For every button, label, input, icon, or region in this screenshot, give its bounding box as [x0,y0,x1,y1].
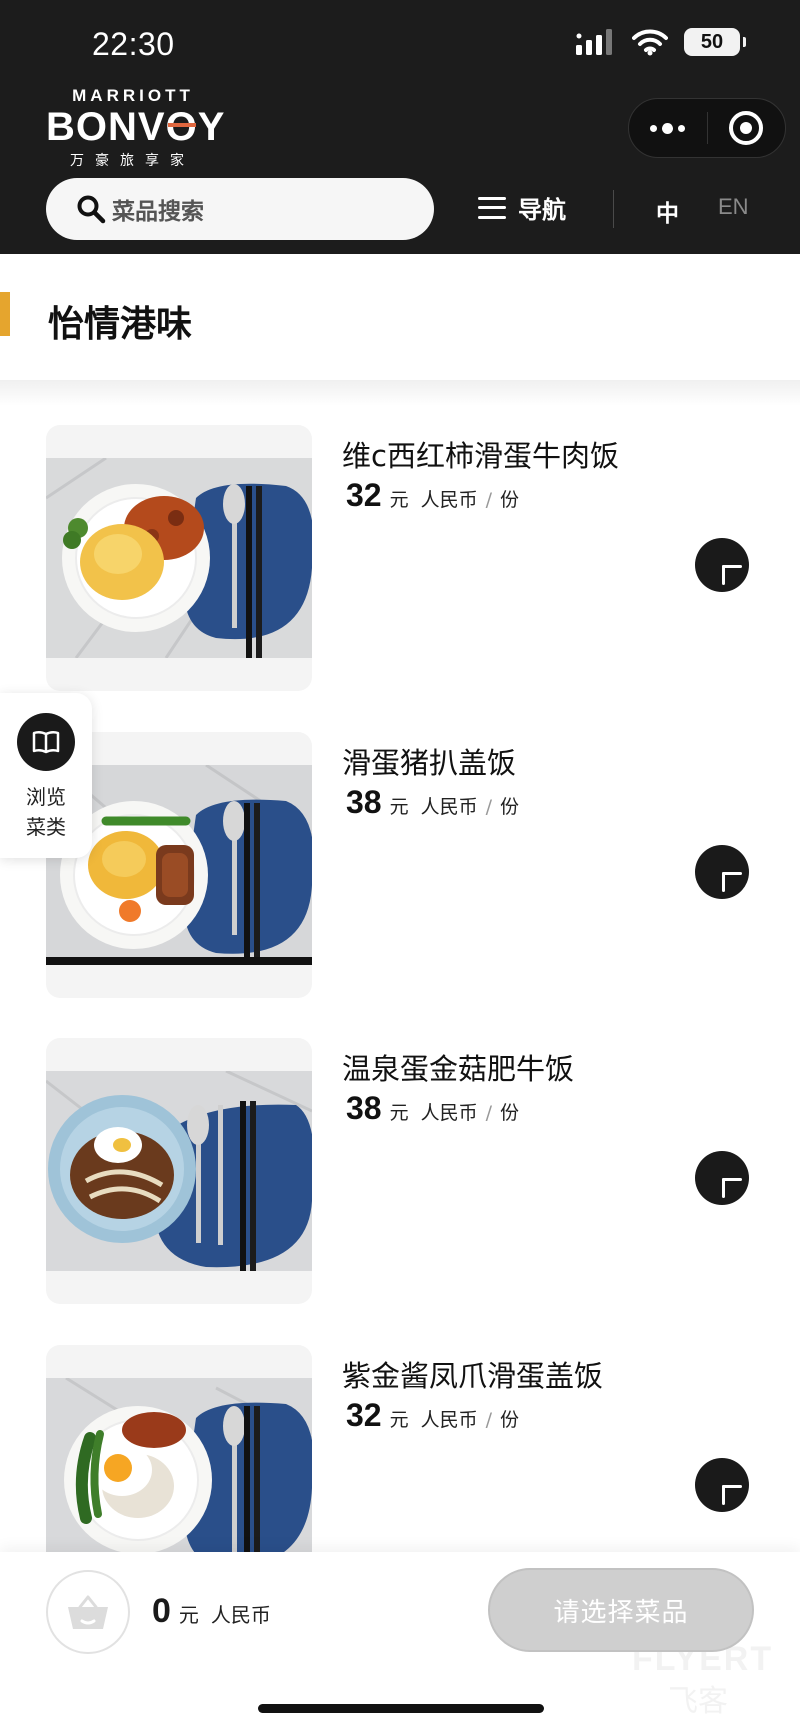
status-time: 22:30 [92,26,175,62]
search-placeholder: 菜品搜索 [112,199,204,225]
add-to-cart-button[interactable] [695,845,749,899]
dish-price: 38 元 人民币 / 份 [346,1090,520,1126]
add-to-cart-button[interactable] [695,538,749,592]
dish-price: 38 元 人民币 / 份 [346,784,520,820]
wifi-icon [632,29,668,56]
language-divider [613,190,614,228]
basket-icon [68,1595,108,1629]
browse-categories-button[interactable]: 浏览 菜类 [0,693,92,858]
dish-image-chicken-feet-egg [46,1378,312,1578]
brand-sub-text: 万豪旅享家 [70,153,195,169]
dish-image-omelette-beef [46,458,312,658]
browse-label-line1: 浏览 [26,785,66,809]
close-miniprogram-button[interactable] [708,111,786,145]
dish-price: 32 元 人民币 / 份 [346,1397,520,1433]
brand-logo: MARRIOTT BONVOY 万豪旅享家 [46,86,236,169]
nav-button[interactable]: 导航 [478,190,566,225]
more-dots-icon[interactable] [629,122,707,134]
dish-price: 32 元 人民币 / 份 [346,477,520,513]
add-to-cart-button[interactable] [695,1151,749,1205]
cart-button[interactable] [46,1570,130,1654]
menu-icon [478,196,506,219]
dish-image-onsen-egg-beef [46,1071,312,1271]
miniprogram-capsule [628,98,786,158]
battery-indicator: 50 [684,28,746,56]
dish-item[interactable]: 温泉蛋金菇肥牛饭 38 元 人民币 / 份 [0,1038,800,1304]
search-icon [77,195,106,224]
category-accent-bar [0,292,10,336]
category-title: 怡情港味 [48,304,193,345]
lang-en-option[interactable]: EN [718,194,749,220]
nav-label: 导航 [518,196,566,224]
watermark-text-cn: 飞客 [668,1684,728,1719]
brand-top-text: MARRIOTT [72,86,194,105]
browse-label-line2: 菜类 [26,815,66,839]
dish-name: 维c西红柿滑蛋牛肉饭 [342,439,619,473]
add-to-cart-button[interactable] [695,1458,749,1512]
dish-name: 紫金酱凤爪滑蛋盖饭 [342,1359,604,1393]
book-icon [17,713,75,771]
dish-item[interactable]: 滑蛋猪扒盖饭 38 元 人民币 / 份 [0,732,800,998]
dish-photo[interactable] [46,425,312,691]
lang-zh-option[interactable]: 中 [656,194,679,228]
dish-name: 滑蛋猪扒盖饭 [342,746,517,780]
cart-bar: 0 元 人民币 FLYERT 飞客 请选择菜品 [0,1552,800,1731]
dish-name: 温泉蛋金菇肥牛饭 [342,1052,575,1086]
category-divider [0,380,800,406]
target-icon [729,111,764,145]
cart-total: 0 元 人民币 [152,1592,271,1630]
app-header: 22:30 50 MARRIOTT BONVOY 万豪旅享家 菜品搜索 导航 中… [0,0,800,254]
brand-main-text: BONVOY [46,105,226,149]
search-input[interactable]: 菜品搜索 [46,178,434,240]
checkout-button[interactable]: 请选择菜品 [488,1568,754,1652]
dish-photo[interactable] [46,1038,312,1304]
home-indicator [258,1704,544,1713]
dish-item[interactable]: 维c西红柿滑蛋牛肉饭 32 元 人民币 / 份 [0,425,800,691]
signal-icon [576,29,612,55]
status-icons: 50 [576,28,746,56]
